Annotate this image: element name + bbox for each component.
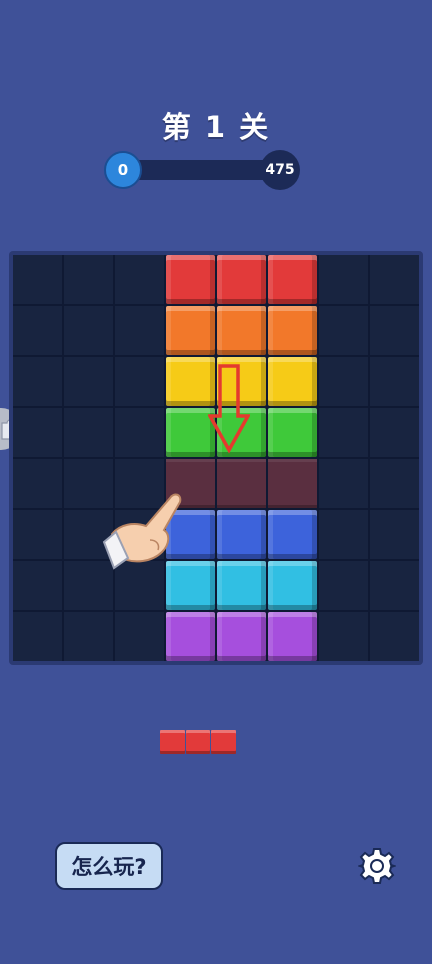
empty-cell xyxy=(319,612,368,661)
filled-block xyxy=(268,612,317,661)
empty-cell xyxy=(64,306,113,355)
empty-cell xyxy=(13,612,62,661)
filled-block xyxy=(268,306,317,355)
piece-block xyxy=(211,730,237,754)
filled-block xyxy=(166,612,215,661)
piece-block xyxy=(185,730,211,754)
gear-icon[interactable] xyxy=(358,847,396,885)
filled-block xyxy=(268,357,317,406)
empty-cell xyxy=(370,459,419,508)
empty-cell xyxy=(370,510,419,559)
empty-cell xyxy=(115,255,164,304)
filled-block xyxy=(217,255,266,304)
filled-block xyxy=(217,306,266,355)
filled-block xyxy=(268,510,317,559)
filled-block xyxy=(268,408,317,457)
empty-cell xyxy=(370,612,419,661)
empty-cell xyxy=(64,612,113,661)
filled-block xyxy=(268,255,317,304)
empty-cell xyxy=(370,255,419,304)
empty-cell xyxy=(13,459,62,508)
drop-preview-cell xyxy=(268,459,317,508)
empty-cell xyxy=(13,357,62,406)
empty-cell xyxy=(319,510,368,559)
drop-preview-cell xyxy=(217,459,266,508)
empty-cell xyxy=(319,255,368,304)
arrow-down-icon xyxy=(208,364,250,454)
how-to-play-button[interactable]: 怎么玩? xyxy=(55,842,163,890)
empty-cell xyxy=(319,561,368,610)
empty-cell xyxy=(13,408,62,457)
empty-cell xyxy=(319,306,368,355)
empty-cell xyxy=(64,255,113,304)
empty-cell xyxy=(370,357,419,406)
piece-block xyxy=(160,730,185,754)
filled-block xyxy=(268,561,317,610)
filled-block xyxy=(217,612,266,661)
empty-cell xyxy=(319,459,368,508)
filled-block xyxy=(217,561,266,610)
empty-cell xyxy=(64,408,113,457)
empty-cell xyxy=(13,561,62,610)
level-title: 第 1 关 xyxy=(161,110,271,144)
empty-cell xyxy=(115,357,164,406)
empty-cell xyxy=(64,357,113,406)
filled-block xyxy=(217,510,266,559)
game-board xyxy=(9,251,423,665)
empty-cell xyxy=(370,561,419,610)
empty-cell xyxy=(115,612,164,661)
filled-block xyxy=(166,306,215,355)
empty-cell xyxy=(13,510,62,559)
empty-cell xyxy=(115,408,164,457)
empty-cell xyxy=(319,408,368,457)
empty-cell xyxy=(13,255,62,304)
next-piece[interactable] xyxy=(160,730,237,754)
pointing-hand-icon xyxy=(102,493,182,570)
empty-cell xyxy=(370,306,419,355)
target-score: 475 xyxy=(260,150,300,190)
filled-block xyxy=(166,255,215,304)
empty-cell xyxy=(13,306,62,355)
board-grid xyxy=(13,255,419,661)
current-score: 0 xyxy=(104,151,142,189)
empty-cell xyxy=(319,357,368,406)
empty-cell xyxy=(115,306,164,355)
empty-cell xyxy=(370,408,419,457)
